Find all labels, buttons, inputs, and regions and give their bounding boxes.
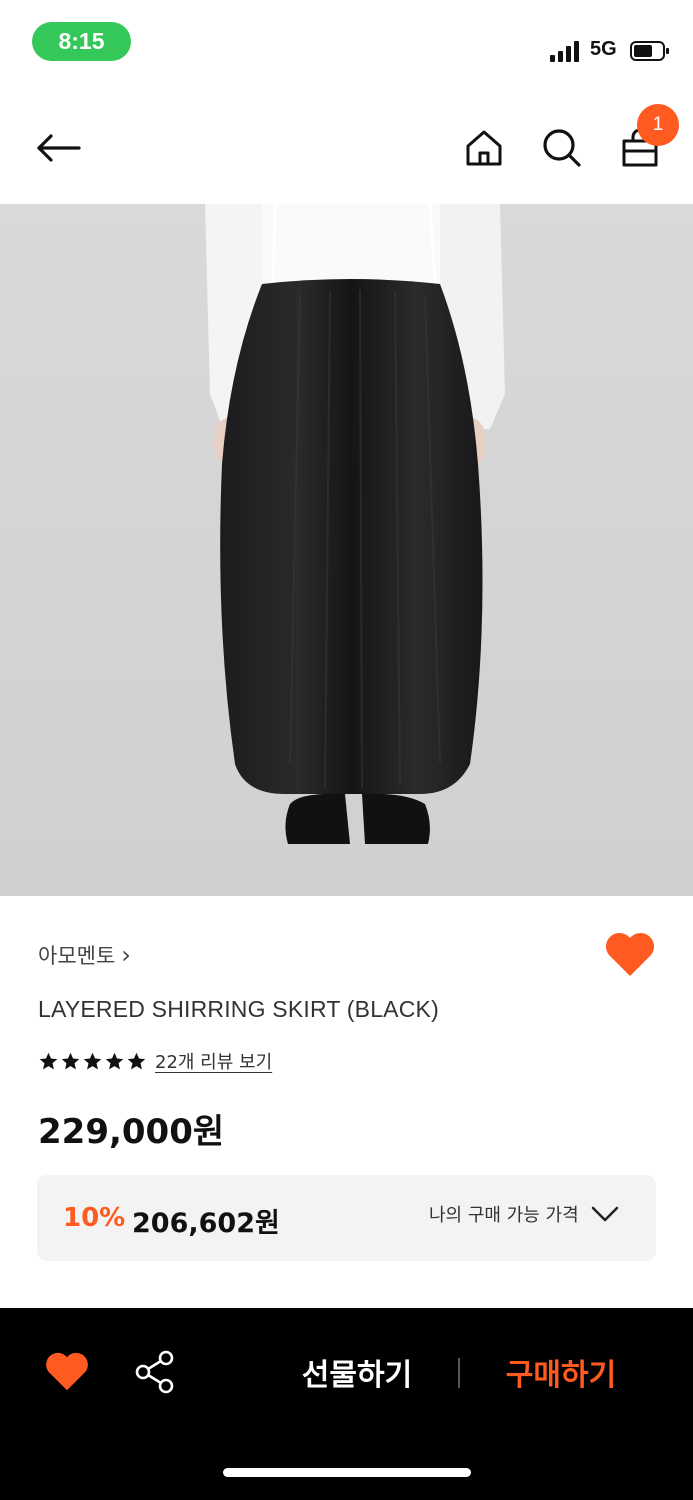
product-photo: [0, 204, 693, 896]
discount-box: 10% 206,602원 나의 구매 가능 가격: [37, 1175, 656, 1261]
search-button[interactable]: [536, 120, 588, 176]
original-price: 229,000원: [38, 1112, 225, 1152]
heart-icon: [605, 932, 655, 976]
discount-rate: 10%: [63, 1203, 126, 1233]
share-icon: [135, 1350, 174, 1394]
buy-button[interactable]: 구매하기: [494, 1350, 628, 1394]
chevron-right-icon: ›: [121, 941, 131, 969]
my-price-label: 나의 구매 가능 가격: [429, 1205, 579, 1226]
bottom-wishlist-button[interactable]: [44, 1352, 90, 1392]
divider: [458, 1358, 460, 1388]
chevron-down-icon: [591, 1206, 618, 1222]
discount-price: 206,602원: [132, 1208, 280, 1239]
home-icon: [466, 130, 502, 166]
home-button[interactable]: [458, 120, 510, 176]
brand-link[interactable]: 아모멘토 ›: [38, 940, 131, 970]
brand-name: 아모멘토: [38, 944, 116, 968]
star-icon: [83, 1052, 102, 1069]
home-indicator[interactable]: [223, 1468, 471, 1477]
battery-icon: [630, 41, 669, 61]
heart-icon: [46, 1352, 88, 1391]
star-icon: [61, 1052, 80, 1069]
search-icon: [543, 129, 581, 167]
arrow-left-icon: [37, 134, 81, 162]
top-navigation: [0, 90, 693, 204]
signal-icon: [550, 41, 579, 62]
cart-count-badge: 1: [637, 104, 679, 146]
star-icon: [105, 1052, 124, 1069]
my-price-toggle[interactable]: 나의 구매 가능 가격: [429, 1201, 619, 1227]
network-type: 5G: [590, 38, 617, 60]
gift-button[interactable]: 선물하기: [290, 1350, 424, 1394]
rating-stars: [38, 1051, 147, 1072]
product-image[interactable]: [0, 204, 693, 896]
wishlist-button[interactable]: [604, 932, 656, 982]
share-button[interactable]: [134, 1350, 176, 1394]
star-icon: [39, 1052, 58, 1069]
bottom-action-bar: 선물하기 구매하기: [0, 1308, 693, 1500]
product-title: LAYERED SHIRRING SKIRT (BLACK): [38, 996, 439, 1022]
star-icon: [127, 1052, 146, 1069]
status-time: 8:15: [32, 22, 131, 61]
status-bar: 8:15 5G: [0, 0, 693, 90]
back-button[interactable]: [28, 120, 88, 176]
rating-row: 22개 리뷰 보기: [38, 1048, 272, 1074]
review-link[interactable]: 22개 리뷰 보기: [155, 1048, 272, 1074]
